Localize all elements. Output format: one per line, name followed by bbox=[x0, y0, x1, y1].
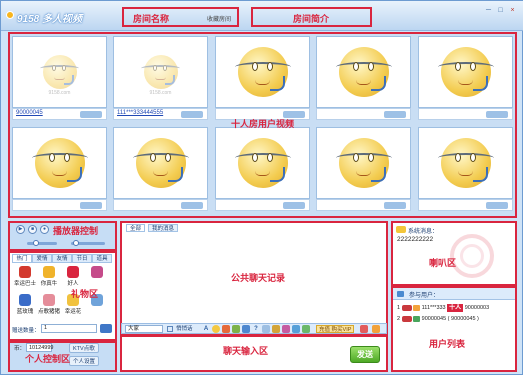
gift-annotation-label: 礼物区 bbox=[71, 290, 99, 300]
favorite-room-link[interactable]: 收藏房间 bbox=[207, 14, 231, 23]
recharge-vip-label: 充值 购买VIP bbox=[319, 327, 352, 333]
room-intro-label: 房间简介 bbox=[293, 15, 330, 25]
font-icon[interactable]: A bbox=[202, 325, 210, 333]
horn-shortcut-icon[interactable] bbox=[372, 325, 380, 333]
gift-annotation-box bbox=[8, 251, 117, 341]
video-annotation-label: 十人房用户视频 bbox=[231, 120, 295, 130]
chat-toolbar: 大家 悄悄话 A ? 充值 购买VIP bbox=[121, 323, 387, 334]
chat-target-select[interactable]: 大家 bbox=[125, 325, 163, 333]
player-annotation-label: 播放器控制 bbox=[53, 227, 99, 237]
maximize-button[interactable]: □ bbox=[496, 7, 505, 15]
userlist-annotation-box bbox=[391, 286, 517, 372]
image-icon[interactable] bbox=[232, 325, 240, 333]
room-name-label: 房间名称 bbox=[133, 15, 170, 25]
flower-icon[interactable] bbox=[272, 325, 280, 333]
minimize-button[interactable]: － bbox=[484, 7, 493, 15]
screenshot-icon[interactable] bbox=[242, 325, 250, 333]
app-window: 9158 多人视频 房间名称 收藏房间 房间简介 － □ × 9158.com 9… bbox=[0, 0, 523, 375]
music-icon[interactable] bbox=[292, 325, 300, 333]
app-logo: 9158 多人视频 bbox=[17, 14, 83, 25]
settings-icon[interactable] bbox=[262, 325, 270, 333]
personal-annotation-label: 个人控制区 bbox=[25, 355, 71, 365]
effect-icon[interactable] bbox=[282, 325, 290, 333]
title-bar: 9158 多人视频 房间名称 收藏房间 房间简介 － □ × bbox=[1, 1, 523, 31]
logo-icon bbox=[6, 11, 14, 19]
close-icon: × bbox=[510, 7, 515, 14]
help-icon[interactable]: ? bbox=[252, 325, 260, 333]
chat-target-value: 大家 bbox=[128, 326, 140, 332]
userlist-annotation-label: 用户列表 bbox=[429, 340, 466, 350]
close-button[interactable]: × bbox=[508, 7, 517, 15]
minimize-icon: － bbox=[485, 7, 492, 14]
send-button[interactable]: 发送 bbox=[350, 346, 380, 363]
private-checkbox[interactable] bbox=[167, 326, 173, 332]
chat-annotation-label: 公共聊天记录 bbox=[231, 274, 286, 284]
color-icon[interactable] bbox=[222, 325, 230, 333]
emoji-icon[interactable] bbox=[212, 325, 220, 333]
speaker-annotation-label: 喇叭区 bbox=[429, 259, 457, 269]
gift-shortcut-icon[interactable] bbox=[360, 325, 368, 333]
input-annotation-label: 聊天输入区 bbox=[223, 347, 269, 357]
maximize-icon: □ bbox=[498, 7, 503, 14]
private-mode-label: 悄悄话 bbox=[176, 326, 193, 332]
speaker-annotation-box bbox=[391, 221, 517, 286]
game-icon[interactable] bbox=[302, 325, 310, 333]
recharge-vip-button[interactable]: 充值 购买VIP bbox=[316, 325, 355, 333]
